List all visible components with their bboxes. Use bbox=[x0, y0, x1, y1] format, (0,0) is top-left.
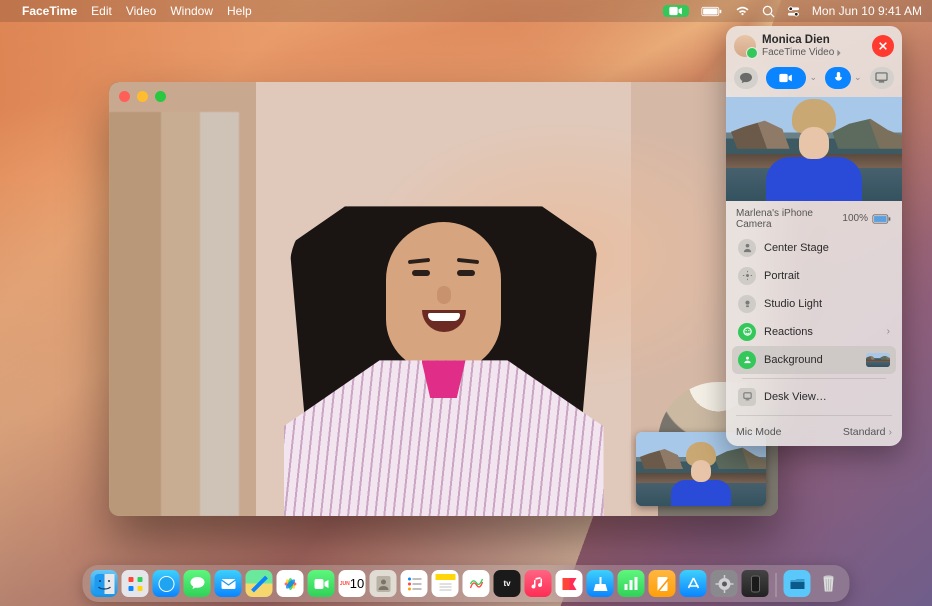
option-label: Studio Light bbox=[764, 298, 822, 310]
dock-facetime[interactable] bbox=[308, 570, 335, 597]
video-camera-icon bbox=[779, 73, 793, 83]
chevron-right-icon: › bbox=[887, 326, 890, 337]
portrait-icon bbox=[738, 267, 756, 285]
dock-trash[interactable] bbox=[815, 570, 842, 597]
dock-mail[interactable] bbox=[215, 570, 242, 597]
mic-mode-row[interactable]: Mic Mode Standard › bbox=[726, 420, 902, 446]
menu-window[interactable]: Window bbox=[170, 4, 213, 18]
camera-source-label: Marlena's iPhone Camera bbox=[736, 208, 842, 230]
desk-view-icon bbox=[738, 388, 756, 406]
dock-podcasts[interactable] bbox=[587, 570, 614, 597]
option-portrait[interactable]: Portrait bbox=[732, 262, 896, 290]
window-minimize-button[interactable] bbox=[137, 91, 148, 102]
battery-icon[interactable] bbox=[701, 6, 723, 17]
option-reactions[interactable]: Reactions › bbox=[732, 318, 896, 346]
app-name[interactable]: FaceTime bbox=[22, 4, 77, 18]
camera-active-indicator-icon[interactable] bbox=[663, 5, 689, 17]
option-label: Desk View… bbox=[764, 391, 827, 403]
menu-datetime[interactable]: Mon Jun 10 9:41 AM bbox=[812, 4, 922, 18]
dock-tv[interactable]: tv bbox=[494, 570, 521, 597]
dock-numbers[interactable] bbox=[618, 570, 645, 597]
option-desk-view[interactable]: Desk View… bbox=[732, 383, 896, 411]
option-label: Center Stage bbox=[764, 242, 829, 254]
caller-avatar[interactable] bbox=[734, 35, 756, 57]
pip-person bbox=[671, 442, 731, 506]
option-studio-light[interactable]: Studio Light bbox=[732, 290, 896, 318]
dock-calendar[interactable]: JUN10 bbox=[339, 570, 366, 597]
option-background[interactable]: Background bbox=[732, 346, 896, 374]
dock-notes[interactable] bbox=[432, 570, 459, 597]
dock-downloads[interactable] bbox=[784, 570, 811, 597]
option-label: Background bbox=[764, 354, 823, 366]
app-menus: FaceTime Edit Video Window Help bbox=[22, 4, 252, 18]
dock-reminders[interactable] bbox=[401, 570, 428, 597]
option-center-stage[interactable]: Center Stage bbox=[732, 234, 896, 262]
background-icon bbox=[738, 351, 756, 369]
option-label: Portrait bbox=[764, 270, 799, 282]
chevron-right-icon: › bbox=[889, 426, 893, 438]
center-stage-icon bbox=[738, 239, 756, 257]
control-center-icon[interactable] bbox=[787, 5, 800, 18]
dock-freeform[interactable] bbox=[463, 570, 490, 597]
chevron-right-icon bbox=[836, 49, 842, 57]
window-zoom-button[interactable] bbox=[155, 91, 166, 102]
end-call-button[interactable] bbox=[872, 35, 894, 57]
camera-menu-chevron[interactable]: ⌄ bbox=[809, 72, 817, 83]
dock-finder[interactable] bbox=[91, 570, 118, 597]
dock-pages[interactable] bbox=[649, 570, 676, 597]
mic-toggle-button[interactable] bbox=[825, 67, 851, 89]
dock-launchpad[interactable] bbox=[122, 570, 149, 597]
video-effects-preview bbox=[726, 97, 902, 201]
caller-name[interactable]: Monica Dien bbox=[762, 34, 842, 47]
spotlight-icon[interactable] bbox=[762, 5, 775, 18]
dock-iphone-mirroring[interactable] bbox=[742, 570, 769, 597]
dock-music[interactable] bbox=[525, 570, 552, 597]
mic-menu-chevron[interactable]: ⌄ bbox=[854, 72, 862, 83]
dock-messages[interactable] bbox=[184, 570, 211, 597]
studio-light-icon bbox=[738, 295, 756, 313]
dock-appstore[interactable] bbox=[680, 570, 707, 597]
facetime-window[interactable] bbox=[109, 82, 778, 516]
dock-photos[interactable] bbox=[277, 570, 304, 597]
dock-safari[interactable] bbox=[153, 570, 180, 597]
battery-level-icon bbox=[872, 214, 892, 224]
mic-mode-label: Mic Mode bbox=[736, 426, 782, 438]
remote-person bbox=[314, 222, 574, 516]
wifi-icon[interactable] bbox=[735, 5, 750, 17]
camera-battery-pct: 100% bbox=[842, 213, 868, 224]
reactions-icon bbox=[738, 323, 756, 341]
microphone-icon bbox=[834, 72, 843, 84]
call-type-label[interactable]: FaceTime Video bbox=[762, 47, 842, 59]
option-label: Reactions bbox=[764, 326, 813, 338]
dock-maps[interactable] bbox=[246, 570, 273, 597]
menu-edit[interactable]: Edit bbox=[91, 4, 112, 18]
menu-help[interactable]: Help bbox=[227, 4, 252, 18]
screen-share-icon bbox=[875, 72, 888, 83]
window-traffic-lights bbox=[109, 82, 778, 110]
mic-mode-value: Standard bbox=[843, 426, 886, 438]
share-screen-button[interactable] bbox=[870, 67, 894, 89]
dock: JUN10 tv bbox=[83, 565, 850, 602]
dock-news[interactable] bbox=[556, 570, 583, 597]
window-close-button[interactable] bbox=[119, 91, 130, 102]
dock-separator bbox=[776, 573, 777, 597]
close-x-icon bbox=[878, 41, 888, 51]
menu-bar: FaceTime Edit Video Window Help Mon Jun … bbox=[0, 0, 932, 22]
menu-video[interactable]: Video bbox=[126, 4, 156, 18]
dock-contacts[interactable] bbox=[370, 570, 397, 597]
dock-settings[interactable] bbox=[711, 570, 738, 597]
background-thumbnail bbox=[866, 353, 890, 367]
